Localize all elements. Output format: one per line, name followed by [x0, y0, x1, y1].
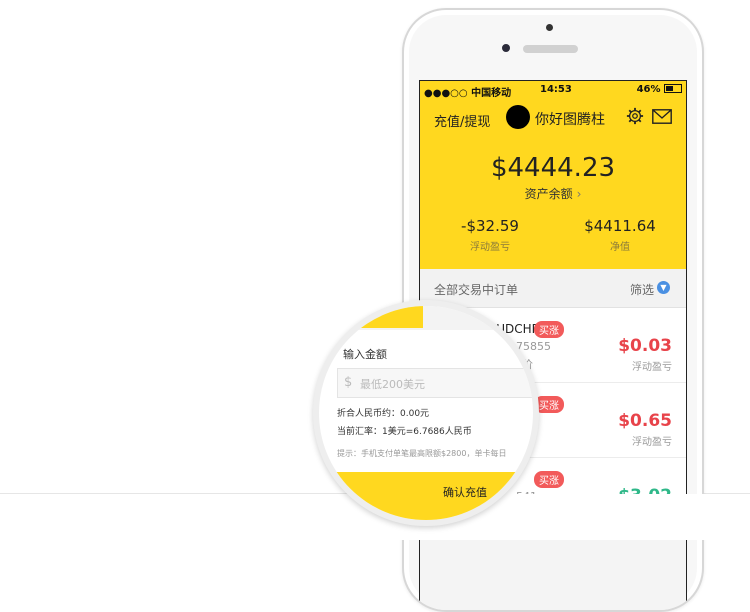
magnified-tab-active [343, 306, 423, 328]
exchange-rate: 当前汇率：1美元=6.7686人民币 [337, 427, 472, 437]
magnified-recharge-form: 输入金额 $ 最低200美元 折合人民币约：0.00元 当前汇率：1美元=6.7… [319, 306, 533, 520]
order-amount-label: 浮动盈亏 [632, 362, 672, 373]
orders-filter-bar: 全部交易中订单 筛选 ▼ [420, 269, 686, 308]
filter-button[interactable]: 筛选 [630, 281, 654, 298]
confirm-recharge-button[interactable]: 确认充值 [319, 472, 533, 520]
chevron-down-icon[interactable]: ▼ [657, 281, 670, 294]
order-amount: $0.03 [618, 336, 672, 356]
order-tag: 买涨 [534, 471, 564, 488]
balance-label-link[interactable]: 资产余额 › [420, 185, 686, 202]
front-camera [546, 24, 553, 31]
floating-pl-value: -$32.59 [461, 217, 519, 235]
greeting-text: 你好图腾柱 [535, 112, 605, 128]
order-amount-label: 浮动盈亏 [632, 437, 672, 448]
net-value-stat: $4411.64 净值 [560, 217, 680, 253]
avatar[interactable] [506, 105, 530, 129]
magnifier-lens: 输入金额 $ 最低200美元 折合人民币约：0.00元 当前汇率：1美元=6.7… [313, 300, 539, 526]
dollar-sign: $ [344, 375, 353, 390]
amount-placeholder: 最低200美元 [360, 378, 425, 391]
orders-title: 全部交易中订单 [434, 283, 519, 297]
status-bar: ●●●○○ 中国移动 14:53 46% [420, 81, 686, 99]
net-value: $4411.64 [584, 217, 656, 235]
earpiece-speaker [523, 45, 578, 53]
mail-icon[interactable] [652, 109, 672, 124]
recharge-withdraw-link[interactable]: 充值/提现 [434, 111, 490, 130]
amount-label: 输入金额 [343, 348, 387, 361]
order-amount: $0.65 [618, 411, 672, 431]
clock: 14:53 [540, 84, 572, 95]
balance-label: 资产余额 [524, 187, 573, 201]
chevron-right-icon: › [576, 187, 582, 201]
floating-pl-stat: -$32.59 浮动盈亏 [430, 217, 550, 253]
carrier-label: ●●●○○ 中国移动 [424, 88, 512, 99]
gear-icon[interactable] [626, 107, 644, 125]
floating-pl-label: 浮动盈亏 [470, 242, 510, 253]
battery-icon [664, 84, 682, 93]
balance-amount: $4444.23 [490, 153, 616, 183]
account-header: ●●●○○ 中国移动 14:53 46% 充值/提现 你好图腾柱 $4444.2… [420, 81, 686, 269]
sensor [502, 44, 510, 52]
payment-hint: 提示：手机支付单笔最高限额$2800，单卡每日 [337, 449, 507, 458]
amount-input[interactable]: $ 最低200美元 [337, 368, 533, 398]
battery-indicator: 46% [637, 84, 682, 95]
order-tag: 买涨 [534, 321, 564, 338]
confirm-recharge-label: 确认充值 [443, 486, 487, 499]
rmb-equivalent: 折合人民币约：0.00元 [337, 409, 430, 419]
battery-percent: 46% [636, 84, 661, 95]
net-value-label: 净值 [610, 242, 630, 253]
